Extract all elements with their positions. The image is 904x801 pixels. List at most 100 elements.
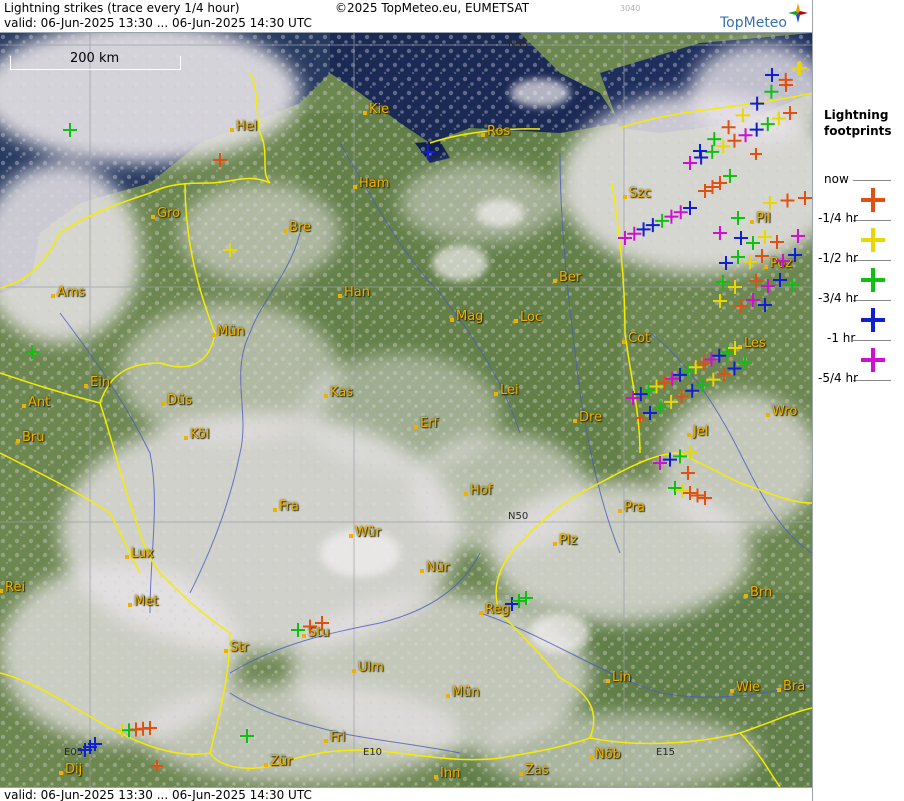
legend-title-line2: footprints: [824, 124, 892, 138]
legend-label-q4: -1 hr: [827, 331, 856, 345]
lightning-strike-icon: [291, 623, 305, 637]
lightning-strike-icon: [712, 348, 727, 363]
legend-plus-icon: [861, 308, 885, 332]
lightning-strike-icon: [755, 249, 769, 263]
copyright-text: ©2025 TopMeteo.eu, EUMETSAT: [335, 1, 530, 15]
lightning-strike-icon: [713, 294, 727, 308]
legend-divider: [853, 260, 891, 261]
lightning-strike-icon: [633, 387, 648, 402]
lightning-strike-icon: [758, 230, 772, 244]
lightning-strike-icon: [734, 231, 748, 245]
lightning-strike-icon: [213, 153, 227, 167]
lightning-strike-icon: [681, 466, 695, 480]
legend-title: Lightning footprints: [824, 107, 892, 139]
lightning-strike-icon: [663, 452, 677, 467]
lightning-strike-icon: [761, 279, 775, 293]
lightning-strike-icon: [707, 132, 722, 147]
lightning-strike-icon: [693, 144, 707, 158]
lightning-strike-icon: [683, 486, 697, 500]
valid-time-header: valid: 06-Jun-2025 13:30 ... 06-Jun-2025…: [4, 16, 312, 30]
lightning-strike-icon: [749, 274, 763, 288]
legend-label-q5: -5/4 hr: [818, 371, 858, 385]
lightning-strike-icon: [704, 352, 719, 367]
legend-plus-icon: [861, 188, 885, 212]
compass-logo-icon: [788, 3, 808, 23]
lightning-strike-icon: [151, 760, 163, 772]
brand-name: TopMeteo: [720, 15, 787, 31]
lightning-strike-icon: [665, 371, 680, 386]
lightning-strike-icon: [25, 345, 39, 359]
lightning-strike-icon: [735, 108, 750, 123]
lightning-strike-icon: [734, 299, 748, 313]
lightning-strike-icon: [512, 594, 526, 608]
lightning-strike-icon: [696, 356, 711, 371]
legend-label-q1: -1/4 hr: [818, 211, 858, 225]
satellite-map[interactable]: 200 km N55 N50 E05 E10 E15 Hel Kie Ros Ham G…: [0, 33, 812, 787]
lightning-strike-icon: [649, 379, 664, 394]
lightning-strike-icon: [791, 62, 805, 76]
lightning-strike-icon: [688, 360, 703, 375]
valid-time-footer: valid: 06-Jun-2025 13:30 ... 06-Jun-2025…: [4, 788, 312, 801]
lightning-strike-icon: [798, 191, 812, 205]
lightning-strike-icon: [723, 169, 737, 183]
legend-plus-icon: [861, 228, 885, 252]
lightning-strike-icon: [720, 344, 735, 359]
footer-bar: valid: 06-Jun-2025 13:30 ... 06-Jun-2025…: [0, 787, 812, 801]
lightning-strike-icon: [421, 145, 435, 159]
lightning-strike-icon: [713, 226, 727, 240]
lightning-strike-icon: [143, 721, 157, 735]
lightning-strike-icon: [780, 193, 795, 208]
legend-divider: [853, 300, 891, 301]
lightning-strike-icon: [770, 235, 784, 249]
lightning-strike-icon: [675, 483, 690, 498]
map-code: 3040: [620, 4, 641, 13]
lightning-strike-icon: [731, 250, 745, 264]
lightning-strike-icon: [223, 243, 237, 257]
lightning-strike-icon: [746, 236, 760, 250]
lightning-strike-icon: [315, 616, 329, 630]
lightning-strike-icon: [765, 68, 779, 82]
lightning-strike-icon: [657, 375, 672, 390]
lightning-strike-icon: [641, 383, 656, 398]
lightning-strike-icon: [721, 120, 736, 135]
legend-plus-icon: [861, 268, 885, 292]
legend-divider: [853, 220, 891, 221]
lightning-strike-icon: [668, 481, 682, 495]
legend-title-line1: Lightning: [824, 108, 889, 122]
lightning-strike-icon: [63, 123, 77, 137]
lightning-strike-icon: [728, 280, 742, 294]
lightning-strike-icon: [698, 491, 712, 505]
lightning-strike-icon: [680, 364, 695, 379]
legend-label-q2: -1/2 hr: [818, 251, 858, 265]
lightning-strike-icon: [750, 148, 762, 160]
lightning-strike-icon: [785, 278, 799, 292]
lightning-strike-icon: [683, 446, 697, 460]
lightning-strike-icon: [791, 229, 805, 243]
lightning-strike-icon: [303, 619, 317, 634]
lightning-strike-icon: [626, 391, 640, 405]
lightning-strike-icon: [719, 256, 733, 270]
lightning-strike-icon: [763, 196, 777, 210]
header-bar: Lightning strikes (trace every 1/4 hour)…: [0, 0, 812, 33]
lightning-strike-icon: [728, 341, 742, 355]
lightning-strikes: [25, 61, 812, 772]
lightning-strike-icon: [731, 211, 745, 225]
map-title: Lightning strikes (trace every 1/4 hour): [4, 1, 240, 15]
legend-divider: [853, 380, 891, 381]
lightning-strike-icon: [750, 96, 765, 111]
lightning-strike-icon: [635, 413, 645, 423]
lightning-strike-icon: [505, 597, 519, 611]
lightning-strike-icon: [673, 449, 687, 464]
lightning-strike-icon: [788, 248, 802, 262]
legend-label-now: now: [824, 172, 849, 186]
lightning-strike-icon: [519, 591, 533, 605]
lightning-strike-icon: [776, 254, 790, 268]
lightning-strike-icon: [758, 298, 772, 312]
lightning-strike-icon: [653, 456, 667, 470]
lightning-strike-icon: [240, 729, 254, 743]
legend-divider: [853, 180, 891, 181]
lightning-strike-icon: [746, 293, 760, 307]
lightning-strike-icon: [716, 275, 730, 289]
legend-panel: Lightning footprints now -1/4 hr -1/2 hr…: [812, 0, 904, 801]
legend-divider: [853, 340, 891, 341]
